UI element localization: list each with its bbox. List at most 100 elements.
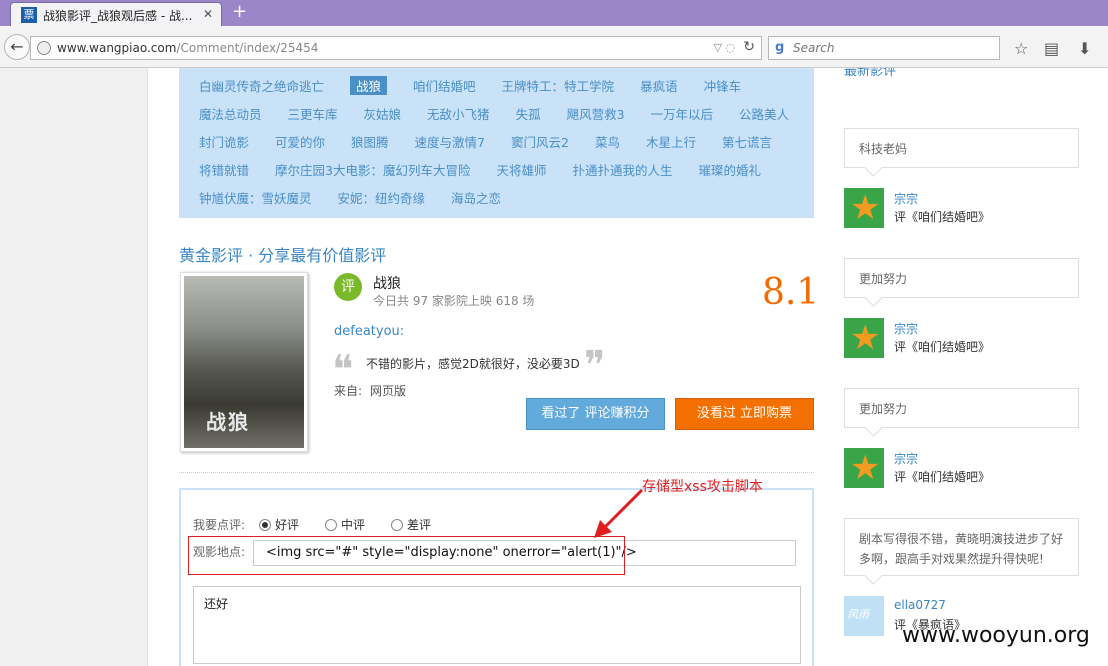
movie-name[interactable]: 战狼	[373, 273, 401, 293]
movie-tag-link[interactable]: 封门诡影	[199, 132, 249, 151]
bookmark-star-icon[interactable]: ☆	[1014, 39, 1028, 58]
radio-selected-icon[interactable]	[259, 519, 271, 531]
source-value: 网页版	[370, 384, 407, 398]
movie-tag-link[interactable]: 扑通扑通我的人生	[573, 160, 673, 179]
back-button[interactable]: ←	[4, 34, 30, 60]
movie-tag-link[interactable]: 钟馗伏魔：雪妖魔灵	[199, 188, 312, 207]
review-text: 不错的影片，感觉2D就很好，没必要3D	[366, 357, 580, 371]
sidebar-comment-bubble[interactable]: 科技老妈	[844, 128, 1079, 168]
sidebar-user[interactable]: 宗宗	[894, 190, 918, 207]
star-icon: ★	[850, 188, 881, 228]
sidebar-user[interactable]: 宗宗	[894, 450, 918, 467]
movie-tag-link[interactable]: 无敌小飞猪	[427, 104, 490, 123]
star-icon: ★	[850, 448, 881, 488]
browser-tab[interactable]: 票 战狼影评_战狼观后感 - 战... ✕	[10, 2, 222, 26]
watermark: www.wooyun.org	[902, 623, 1090, 648]
avatar[interactable]: 风雨	[844, 596, 884, 636]
movie-tag-link[interactable]: 海岛之恋	[451, 188, 501, 207]
sidebar-user[interactable]: 宗宗	[894, 320, 918, 337]
rating-label: 我要点评:	[193, 518, 246, 532]
reviewer-name[interactable]: defeatyou:	[334, 324, 404, 339]
radio-label: 差评	[407, 518, 432, 532]
annotation-arrow-icon	[594, 488, 644, 538]
avatar[interactable]: ★	[844, 448, 884, 488]
source-label: 来自:	[334, 384, 363, 398]
tag-row: 白幽灵传奇之绝命逃亡 战狼 咱们结婚吧 王牌特工：特工学院 暴疯语 冲锋车	[199, 76, 767, 96]
sidebar-comment-bubble[interactable]: 更加努力	[844, 388, 1079, 428]
showtimes-meta: 今日共 97 家影院上映 618 场	[373, 294, 535, 308]
movie-tag-link[interactable]: 魔法总动员	[199, 104, 262, 123]
divider	[179, 472, 814, 473]
review-badge-icon: 评	[334, 273, 362, 301]
tab-title: 战狼影评_战狼观后感 - 战...	[43, 9, 193, 23]
review-form: 我要点评: 好评 中评 差评 观影地点: <img src="#" style=…	[179, 488, 814, 666]
rating-option-good[interactable]: 好评	[259, 516, 299, 533]
buy-ticket-button[interactable]: 没看过 立即购票	[675, 398, 814, 430]
section-title: 黄金影评 · 分享最有价值影评	[179, 246, 387, 265]
globe-icon	[37, 41, 51, 55]
movie-tag-link[interactable]: 灰姑娘	[364, 104, 402, 123]
movie-tag-link[interactable]: 战狼	[350, 76, 388, 95]
search-engine-icon[interactable]: g	[775, 40, 784, 55]
sidebar-user[interactable]: ella0727	[894, 598, 946, 612]
movie-tag-link[interactable]: 菜鸟	[595, 132, 620, 151]
url-dropdown-icon[interactable]: ▽ ◌	[713, 41, 735, 54]
movie-tag-link[interactable]: 公路美人	[739, 104, 789, 123]
left-gutter	[0, 68, 148, 666]
close-tab-icon[interactable]: ✕	[203, 7, 213, 21]
sidebar-movie[interactable]: 评《咱们结婚吧》	[894, 468, 990, 485]
movie-tag-link[interactable]: 飓风营救3	[567, 104, 625, 123]
comment-textarea[interactable]: 还好	[193, 586, 801, 664]
download-icon[interactable]: ⬇	[1078, 39, 1091, 58]
avatar[interactable]: ★	[844, 188, 884, 228]
movie-tag-link[interactable]: 失孤	[516, 104, 541, 123]
highlight-box	[188, 536, 625, 575]
movie-tag-link[interactable]: 王牌特工：特工学院	[502, 76, 615, 95]
movie-score: 8.1	[762, 272, 820, 313]
address-bar[interactable]: www.wangpiao.com/Comment/index/25454 ▽ ◌…	[30, 36, 762, 60]
movie-tag-link[interactable]: 可爱的你	[275, 132, 325, 151]
movie-tag-link[interactable]: 暴疯语	[640, 76, 678, 95]
reload-icon[interactable]: ↻	[743, 39, 755, 55]
rating-option-neutral[interactable]: 中评	[325, 516, 365, 533]
sidebar-comment-bubble[interactable]: 更加努力	[844, 258, 1079, 298]
radio-icon[interactable]	[325, 519, 337, 531]
reading-list-icon[interactable]: ▤	[1044, 39, 1059, 58]
poster-title: 战狼	[206, 410, 250, 434]
close-quote-icon: ❞	[584, 343, 606, 389]
sidebar-movie[interactable]: 评《咱们结婚吧》	[894, 338, 990, 355]
seen-review-button[interactable]: 看过了 评论赚积分	[526, 398, 665, 430]
movie-tag-link[interactable]: 速度与激情7	[415, 132, 485, 151]
movie-tag-link[interactable]: 安妮：纽约奇缘	[338, 188, 426, 207]
browser-tab-bar: 票 战狼影评_战狼观后感 - 战... ✕ +	[0, 0, 1108, 26]
avatar[interactable]: ★	[844, 318, 884, 358]
sidebar-comment-bubble[interactable]: 剧本写得很不错，黄晓明演技进步了好多啊，跟高手对戏果然提升得快呢!	[844, 518, 1079, 576]
movie-tag-link[interactable]: 将错就错	[199, 160, 249, 179]
rating-option-bad[interactable]: 差评	[391, 516, 431, 533]
url-host: www.wangpiao.com	[57, 41, 177, 55]
new-tab-button[interactable]: +	[232, 2, 247, 22]
movie-poster[interactable]: 战狼	[180, 272, 308, 452]
movie-tag-link[interactable]: 摩尔庄园3大电影：魔幻列车大冒险	[275, 160, 470, 179]
movie-tag-link[interactable]: 木星上行	[646, 132, 696, 151]
search-input[interactable]	[793, 39, 993, 57]
movie-tag-cloud: 白幽灵传奇之绝命逃亡 战狼 咱们结婚吧 王牌特工：特工学院 暴疯语 冲锋车 魔法总动员 三更…	[179, 68, 814, 218]
movie-tag-link[interactable]: 天将雄师	[496, 160, 546, 179]
movie-tag-link[interactable]: 第七谎言	[722, 132, 772, 151]
movie-tag-link[interactable]: 白幽灵传奇之绝命逃亡	[199, 76, 324, 95]
tag-row: 钟馗伏魔：雪妖魔灵 安妮：纽约奇缘 海岛之恋	[199, 188, 527, 208]
tag-row: 将错就错 摩尔庄园3大电影：魔幻列车大冒险 天将雄师 扑通扑通我的人生 璀璨的婚礼	[199, 160, 787, 180]
star-icon: ★	[850, 318, 881, 358]
movie-tag-link[interactable]: 狼图腾	[351, 132, 389, 151]
browser-nav-bar: ← www.wangpiao.com/Comment/index/25454 ▽…	[0, 26, 1108, 68]
radio-icon[interactable]	[391, 519, 403, 531]
movie-tag-link[interactable]: 璀璨的婚礼	[699, 160, 762, 179]
movie-tag-link[interactable]: 一万年以后	[651, 104, 714, 123]
site-favicon-icon: 票	[21, 7, 37, 23]
search-bar[interactable]: g	[768, 36, 1000, 60]
movie-tag-link[interactable]: 窦门风云2	[511, 132, 569, 151]
movie-tag-link[interactable]: 咱们结婚吧	[413, 76, 476, 95]
movie-tag-link[interactable]: 三更车库	[288, 104, 338, 123]
movie-tag-link[interactable]: 冲锋车	[704, 76, 742, 95]
sidebar-movie[interactable]: 评《咱们结婚吧》	[894, 208, 990, 225]
